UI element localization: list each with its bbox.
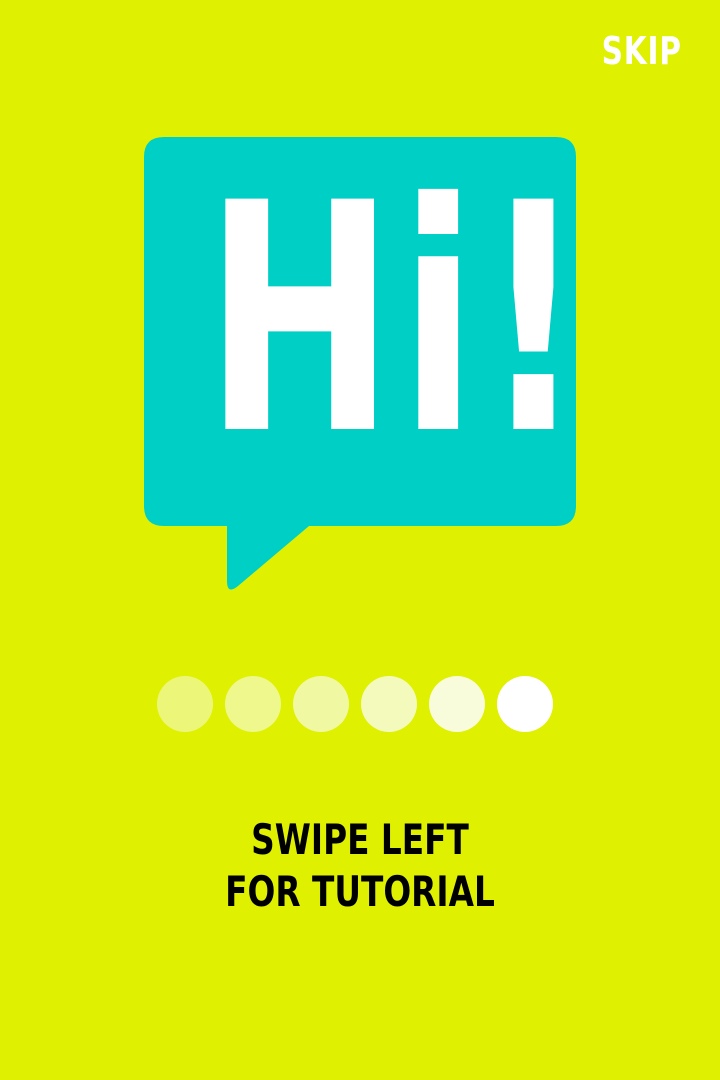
instruction-line-2: FOR TUTORIAL — [225, 867, 495, 916]
skip-button[interactable]: SKIP — [602, 28, 682, 74]
instruction-line-1: SWIPE LEFT — [251, 815, 469, 864]
page-dot[interactable] — [157, 676, 213, 732]
greeting-text: Hi! — [204, 136, 590, 504]
page-dot[interactable] — [361, 676, 417, 732]
page-indicator — [157, 676, 577, 732]
page-dot[interactable] — [429, 676, 485, 732]
page-dot-active[interactable] — [497, 676, 553, 732]
swipe-instructions: SWIPE LEFT FOR TUTORIAL — [0, 814, 720, 918]
page-dot[interactable] — [293, 676, 349, 732]
speech-bubble: Hi! — [144, 136, 590, 592]
page-dot[interactable] — [225, 676, 281, 732]
